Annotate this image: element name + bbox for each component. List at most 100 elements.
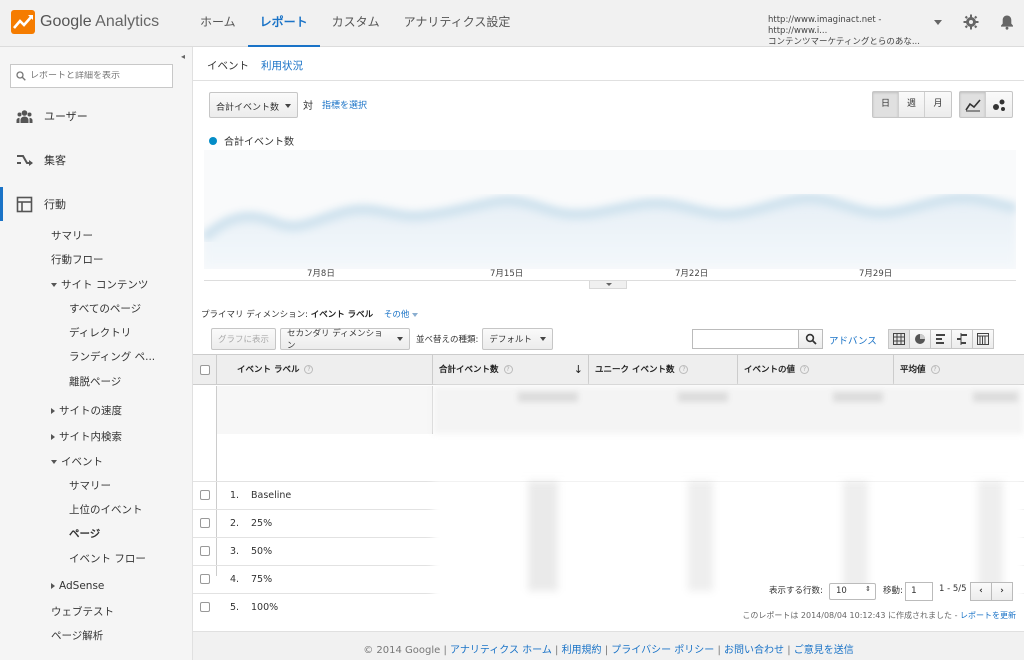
sidebar-item-site-content[interactable]: サイト コンテンツ bbox=[51, 277, 148, 292]
motion-chart-button[interactable] bbox=[986, 92, 1012, 117]
row-checkbox[interactable] bbox=[200, 490, 210, 500]
granularity-week-button[interactable]: 週 bbox=[899, 92, 925, 117]
bell-icon[interactable] bbox=[999, 14, 1015, 30]
primary-dimension-value[interactable]: イベント ラベル bbox=[311, 310, 373, 320]
account-selector[interactable]: http://www.imaginact.net - http://www.i.… bbox=[768, 15, 942, 48]
google-analytics-logo[interactable]: Google Analytics bbox=[11, 10, 159, 34]
sidebar-item-adsense[interactable]: AdSense bbox=[51, 580, 104, 592]
other-dimension-text: その他 bbox=[383, 310, 410, 320]
next-page-button[interactable]: › bbox=[991, 582, 1013, 601]
select-all-checkbox[interactable] bbox=[200, 365, 210, 375]
granularity-day-button[interactable]: 日 bbox=[873, 92, 899, 117]
event-label-link[interactable]: 25% bbox=[251, 518, 272, 529]
top-nav: ホーム レポート カスタム アナリティクス設定 bbox=[188, 0, 522, 47]
line-chart-button[interactable] bbox=[960, 92, 986, 117]
chevron-down-icon bbox=[540, 337, 547, 341]
sidebar-item-top-events[interactable]: 上位のイベント bbox=[69, 502, 143, 517]
caret-right-icon bbox=[51, 408, 55, 414]
summary-row-label bbox=[217, 386, 433, 434]
sidebar-item-in-page-analytics[interactable]: ページ解析 bbox=[51, 628, 103, 643]
event-label-link[interactable]: 75% bbox=[251, 574, 272, 585]
column-avg-value[interactable]: 平均値? bbox=[894, 355, 1024, 385]
sidebar-item-users[interactable]: ユーザー bbox=[0, 105, 193, 127]
logo-text: Google Analytics bbox=[40, 13, 160, 30]
nav-tab-custom[interactable]: カスタム bbox=[320, 0, 392, 47]
refresh-report-link[interactable]: レポートを更新 bbox=[960, 611, 1016, 620]
sidebar-item-exit-pages[interactable]: 離脱ページ bbox=[69, 374, 121, 389]
rows-per-page-select[interactable]: 10 ⇕ bbox=[829, 583, 876, 600]
sidebar-item-directory[interactable]: ディレクトリ bbox=[69, 325, 131, 340]
sidebar-item-landing-pages[interactable]: ランディング ペ... bbox=[69, 349, 155, 364]
tab-events[interactable]: イベント bbox=[207, 58, 249, 73]
row-checkbox[interactable] bbox=[200, 602, 210, 612]
x-tick-label: 7月22日 bbox=[675, 269, 709, 279]
comparison-view-button[interactable] bbox=[951, 329, 973, 349]
event-label-link[interactable]: 100% bbox=[251, 602, 278, 613]
sidebar-item-all-pages[interactable]: すべてのページ bbox=[69, 301, 141, 316]
footer-link-privacy[interactable]: プライバシー ポリシー bbox=[611, 645, 714, 656]
sort-arrow-down-icon: ↓ bbox=[573, 363, 583, 376]
column-event-value[interactable]: イベントの値? bbox=[738, 355, 894, 385]
sidebar-item-pages[interactable]: ページ bbox=[69, 526, 100, 541]
sidebar: ユーザー 集客 行動 サマリー 行動フロー サイト コンテンツ すべてのページ … bbox=[0, 47, 193, 660]
footer-link-analytics-home[interactable]: アナリティクス ホーム bbox=[450, 645, 552, 656]
sidebar-item-experiments[interactable]: ウェブテスト bbox=[51, 604, 114, 619]
select-metric-link[interactable]: 指標を選択 bbox=[322, 98, 367, 111]
performance-view-button[interactable] bbox=[930, 329, 952, 349]
caret-down-icon bbox=[51, 460, 57, 464]
other-dimension-link[interactable]: その他 bbox=[384, 310, 422, 320]
chevron-down-icon bbox=[397, 337, 404, 341]
report-search[interactable] bbox=[10, 64, 173, 88]
nav-tab-reports[interactable]: レポート bbox=[247, 0, 320, 47]
sidebar-item-events[interactable]: イベント bbox=[51, 454, 103, 469]
advanced-filter-link[interactable]: アドバンス bbox=[829, 333, 877, 347]
sidebar-item-site-speed[interactable]: サイトの速度 bbox=[51, 403, 122, 418]
event-label-link[interactable]: 50% bbox=[251, 546, 272, 557]
column-unique-events[interactable]: ユニーク イベント数? bbox=[589, 355, 738, 385]
help-icon[interactable]: ? bbox=[800, 365, 810, 374]
metric-selector[interactable]: 合計イベント数 bbox=[209, 92, 298, 118]
data-view-button[interactable] bbox=[888, 329, 910, 349]
help-icon[interactable]: ? bbox=[304, 365, 314, 374]
nav-tab-admin[interactable]: アナリティクス設定 bbox=[392, 0, 523, 47]
percentage-view-button[interactable] bbox=[909, 329, 931, 349]
prev-page-button[interactable]: ‹ bbox=[970, 582, 992, 601]
collapse-sidebar-icon[interactable]: ◂ bbox=[181, 52, 193, 66]
top-bar: Google Analytics ホーム レポート カスタム アナリティクス設定… bbox=[0, 0, 1024, 47]
tab-usage[interactable]: 利用状況 bbox=[261, 58, 303, 73]
granularity-month-button[interactable]: 月 bbox=[925, 92, 951, 117]
footer-link-contact[interactable]: お問い合わせ bbox=[724, 645, 784, 656]
sidebar-item-events-overview[interactable]: サマリー bbox=[69, 478, 111, 493]
help-icon[interactable]: ? bbox=[503, 365, 513, 374]
column-event-label[interactable]: イベント ラベル? bbox=[217, 355, 433, 385]
sidebar-item-overview[interactable]: サマリー bbox=[51, 228, 93, 243]
sidebar-item-behavior-flow[interactable]: 行動フロー bbox=[51, 252, 104, 267]
table-search-button[interactable] bbox=[798, 329, 823, 349]
sidebar-item-site-search[interactable]: サイト内検索 bbox=[51, 429, 122, 444]
chart-collapse-toggle[interactable] bbox=[589, 281, 627, 289]
row-checkbox[interactable] bbox=[200, 546, 210, 556]
table-filter-input[interactable] bbox=[692, 329, 799, 349]
help-icon[interactable]: ? bbox=[930, 365, 940, 374]
row-checkbox[interactable] bbox=[200, 518, 210, 528]
analytics-logo-icon bbox=[11, 10, 35, 34]
row-number: 4. bbox=[230, 574, 240, 585]
footer-link-feedback[interactable]: ご意見を送信 bbox=[794, 645, 854, 656]
pivot-view-button[interactable] bbox=[972, 329, 994, 349]
nav-tab-home[interactable]: ホーム bbox=[188, 0, 248, 47]
sidebar-item-behavior[interactable]: 行動 bbox=[0, 187, 193, 221]
help-icon[interactable]: ? bbox=[679, 365, 689, 374]
footer-link-terms[interactable]: 利用規約 bbox=[562, 645, 602, 656]
caret-down-icon bbox=[51, 283, 57, 287]
sort-type-dropdown[interactable]: デフォルト bbox=[482, 328, 554, 350]
event-label-link[interactable]: Baseline bbox=[251, 490, 291, 501]
search-input[interactable] bbox=[30, 71, 170, 81]
sidebar-item-events-flow[interactable]: イベント フロー bbox=[69, 551, 146, 566]
gear-icon[interactable] bbox=[963, 14, 979, 30]
column-total-events[interactable]: 合計イベント数? ↓ bbox=[433, 355, 589, 385]
sidebar-item-acquisition[interactable]: 集客 bbox=[0, 149, 193, 171]
goto-page-input[interactable]: 1 bbox=[905, 582, 933, 601]
row-checkbox[interactable] bbox=[200, 574, 210, 584]
secondary-dimension-dropdown[interactable]: セカンダリ ディメンション bbox=[280, 328, 411, 351]
plot-rows-button[interactable]: グラフに表示 bbox=[211, 328, 277, 350]
